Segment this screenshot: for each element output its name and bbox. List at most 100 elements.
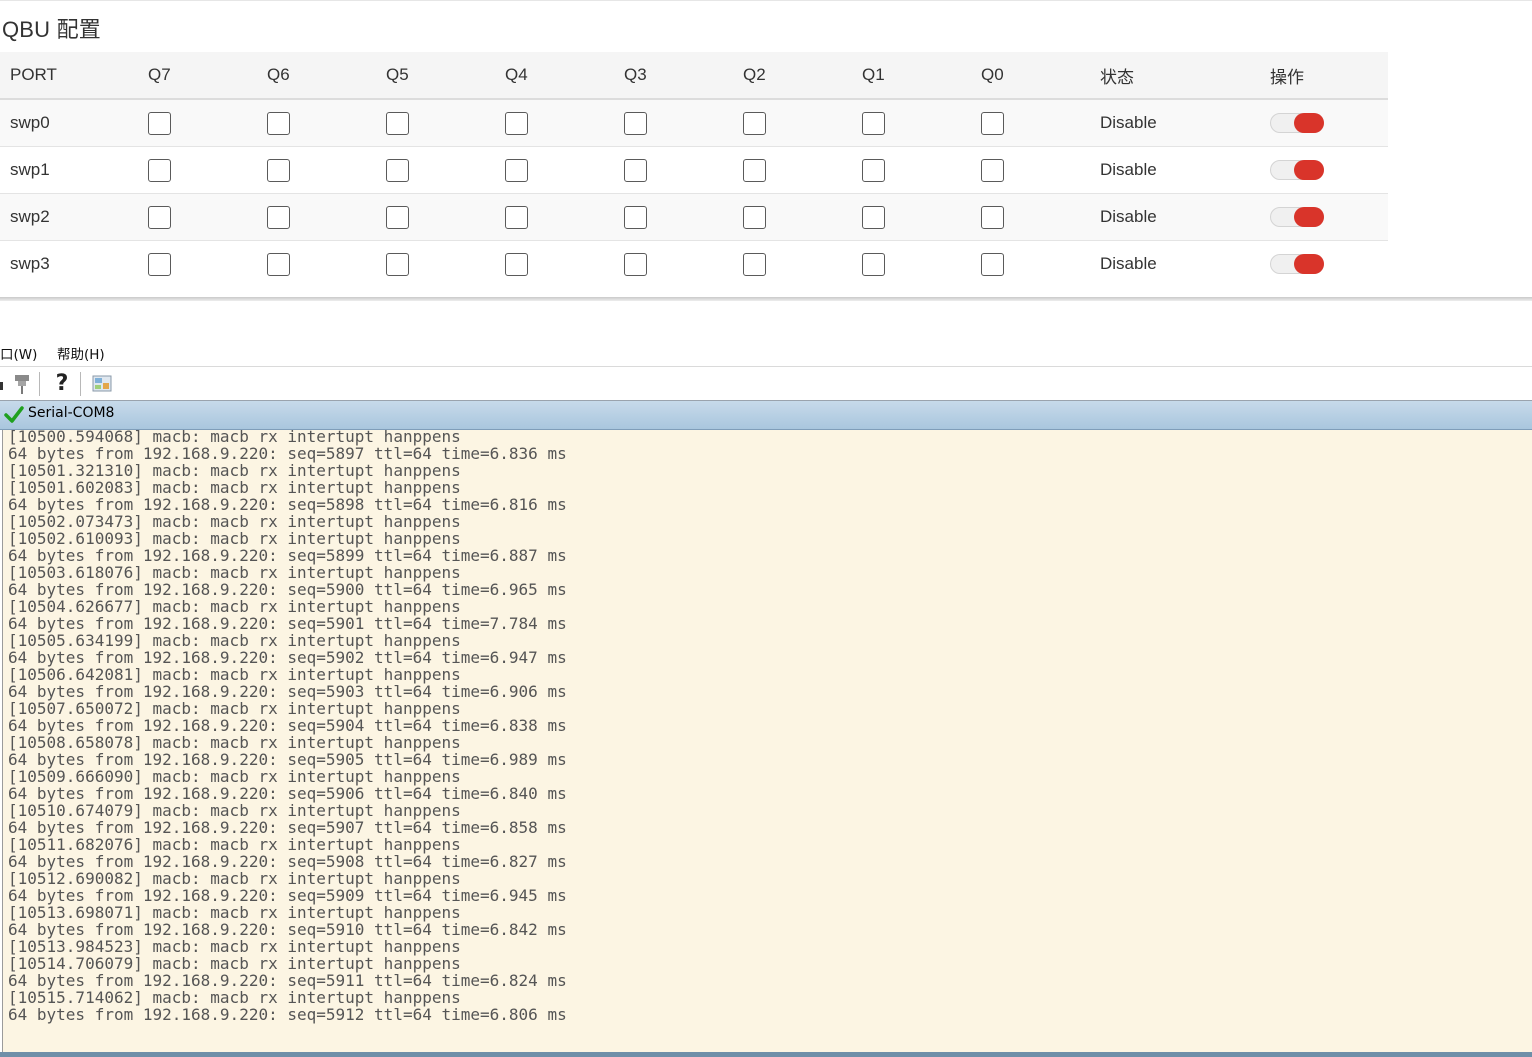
enable-toggle[interactable] bbox=[1270, 254, 1324, 275]
column-header-q1: Q1 bbox=[862, 52, 981, 100]
status-text: Disable bbox=[1100, 240, 1270, 287]
console-line: 64 bytes from 192.168.9.220: seq=5907 tt… bbox=[8, 818, 567, 837]
checkbox-q3[interactable] bbox=[624, 111, 647, 135]
menu-window[interactable]: 口(W) bbox=[0, 343, 37, 363]
checkbox-q7[interactable] bbox=[148, 158, 171, 182]
console-line: 64 bytes from 192.168.9.220: seq=5899 tt… bbox=[8, 546, 567, 565]
pin-icon[interactable] bbox=[10, 372, 34, 396]
console-line: [10501.321310] macb: macb rx intertupt h… bbox=[8, 461, 461, 480]
queue-cell-q2 bbox=[743, 99, 862, 147]
column-header-q5: Q5 bbox=[386, 52, 505, 100]
checkbox-q4[interactable] bbox=[505, 205, 528, 229]
console-line: [10514.706079] macb: macb rx intertupt h… bbox=[8, 954, 461, 973]
queue-cell-q0 bbox=[981, 193, 1100, 241]
column-header-q3: Q3 bbox=[624, 52, 743, 100]
checkbox-q3[interactable] bbox=[624, 158, 647, 182]
port-name: swp0 bbox=[0, 99, 148, 147]
action-cell bbox=[1270, 193, 1388, 241]
checkbox-q6[interactable] bbox=[267, 158, 290, 182]
table-row: swp2 Disable bbox=[0, 193, 1388, 241]
queue-cell-q3 bbox=[624, 146, 743, 194]
column-header-status: 状态 bbox=[1100, 52, 1270, 100]
queue-cell-q4 bbox=[505, 193, 624, 241]
console-line: [10503.618076] macb: macb rx intertupt h… bbox=[8, 563, 461, 582]
console-line: 64 bytes from 192.168.9.220: seq=5901 tt… bbox=[8, 614, 567, 633]
checkbox-q7[interactable] bbox=[148, 252, 171, 276]
checkbox-q6[interactable] bbox=[267, 111, 290, 135]
enable-toggle[interactable] bbox=[1270, 160, 1324, 181]
console-line: 64 bytes from 192.168.9.220: seq=5908 tt… bbox=[8, 852, 567, 871]
console-line: [10502.610093] macb: macb rx intertupt h… bbox=[8, 529, 461, 548]
queue-cell-q4 bbox=[505, 146, 624, 194]
action-cell bbox=[1270, 99, 1388, 147]
menu-bar: 口(W) 帮助(H) bbox=[0, 338, 1532, 367]
checkbox-q2[interactable] bbox=[743, 158, 766, 182]
help-icon[interactable]: ? bbox=[50, 372, 74, 396]
screen-icon[interactable] bbox=[90, 372, 114, 396]
checkbox-q7[interactable] bbox=[148, 205, 171, 229]
queue-cell-q6 bbox=[267, 146, 386, 194]
column-header-q4: Q4 bbox=[505, 52, 624, 100]
checkbox-q5[interactable] bbox=[386, 158, 409, 182]
console-line: [10509.666090] macb: macb rx intertupt h… bbox=[8, 767, 461, 786]
table-header-row: PORT Q7 Q6 Q5 Q4 Q3 Q2 Q1 Q0 状态 操作 bbox=[0, 52, 1388, 100]
checkbox-q6[interactable] bbox=[267, 252, 290, 276]
checkbox-q7[interactable] bbox=[148, 111, 171, 135]
toolbar-overflow-icon[interactable] bbox=[0, 372, 6, 396]
checkbox-q1[interactable] bbox=[862, 252, 885, 276]
console-line: [10513.698071] macb: macb rx intertupt h… bbox=[8, 903, 461, 922]
console-line: 64 bytes from 192.168.9.220: seq=5898 tt… bbox=[8, 495, 567, 514]
console-line: 64 bytes from 192.168.9.220: seq=5906 tt… bbox=[8, 784, 567, 803]
queue-cell-q7 bbox=[148, 146, 267, 194]
queue-cell-q1 bbox=[862, 240, 981, 287]
status-text: Disable bbox=[1100, 99, 1270, 147]
console-output: [10500.594068] macb: macb rx intertupt h… bbox=[3, 430, 1532, 1023]
status-text: Disable bbox=[1100, 193, 1270, 241]
console-line: [10504.626677] macb: macb rx intertupt h… bbox=[8, 597, 461, 616]
checkbox-q0[interactable] bbox=[981, 205, 1004, 229]
checkbox-q1[interactable] bbox=[862, 205, 885, 229]
checkbox-q5[interactable] bbox=[386, 252, 409, 276]
checkbox-q0[interactable] bbox=[981, 158, 1004, 182]
qbu-panel: QBU 配置 PORT Q7 Q6 Q5 Q4 Q3 Q2 Q1 Q0 状态 操… bbox=[0, 0, 1532, 301]
checkbox-q5[interactable] bbox=[386, 205, 409, 229]
checkbox-q5[interactable] bbox=[386, 111, 409, 135]
queue-cell-q2 bbox=[743, 146, 862, 194]
bottom-border bbox=[0, 1052, 1532, 1057]
checkbox-q1[interactable] bbox=[862, 111, 885, 135]
enable-toggle[interactable] bbox=[1270, 113, 1324, 134]
checkbox-q3[interactable] bbox=[624, 252, 647, 276]
menu-help[interactable]: 帮助(H) bbox=[57, 343, 105, 363]
console-line: [10500.594068] macb: macb rx intertupt h… bbox=[8, 430, 461, 446]
console-line: [10508.658078] macb: macb rx intertupt h… bbox=[8, 733, 461, 752]
queue-cell-q0 bbox=[981, 99, 1100, 147]
checkbox-q2[interactable] bbox=[743, 252, 766, 276]
queue-cell-q3 bbox=[624, 193, 743, 241]
checkbox-q2[interactable] bbox=[743, 111, 766, 135]
console-line: [10511.682076] macb: macb rx intertupt h… bbox=[8, 835, 461, 854]
queue-cell-q1 bbox=[862, 99, 981, 147]
console-line: 64 bytes from 192.168.9.220: seq=5912 tt… bbox=[8, 1005, 567, 1024]
checkbox-q6[interactable] bbox=[267, 205, 290, 229]
checkbox-q2[interactable] bbox=[743, 205, 766, 229]
tab-serial-com8[interactable]: Serial-COM8 bbox=[28, 405, 114, 421]
checkbox-q0[interactable] bbox=[981, 111, 1004, 135]
queue-cell-q7 bbox=[148, 99, 267, 147]
qbu-table: PORT Q7 Q6 Q5 Q4 Q3 Q2 Q1 Q0 状态 操作 swp0 D… bbox=[0, 52, 1388, 287]
checkbox-q3[interactable] bbox=[624, 205, 647, 229]
queue-cell-q1 bbox=[862, 146, 981, 194]
console-line: 64 bytes from 192.168.9.220: seq=5902 tt… bbox=[8, 648, 567, 667]
checkbox-q4[interactable] bbox=[505, 252, 528, 276]
checkbox-q1[interactable] bbox=[862, 158, 885, 182]
page-title: QBU 配置 bbox=[2, 17, 101, 42]
checkbox-q4[interactable] bbox=[505, 158, 528, 182]
terminal-console[interactable]: [10500.594068] macb: macb rx intertupt h… bbox=[2, 430, 1532, 1052]
checkbox-q4[interactable] bbox=[505, 111, 528, 135]
checkbox-q0[interactable] bbox=[981, 252, 1004, 276]
queue-cell-q7 bbox=[148, 240, 267, 287]
queue-cell-q5 bbox=[386, 99, 505, 147]
column-header-q6: Q6 bbox=[267, 52, 386, 100]
console-line: 64 bytes from 192.168.9.220: seq=5900 tt… bbox=[8, 580, 567, 599]
queue-cell-q3 bbox=[624, 99, 743, 147]
enable-toggle[interactable] bbox=[1270, 207, 1324, 228]
